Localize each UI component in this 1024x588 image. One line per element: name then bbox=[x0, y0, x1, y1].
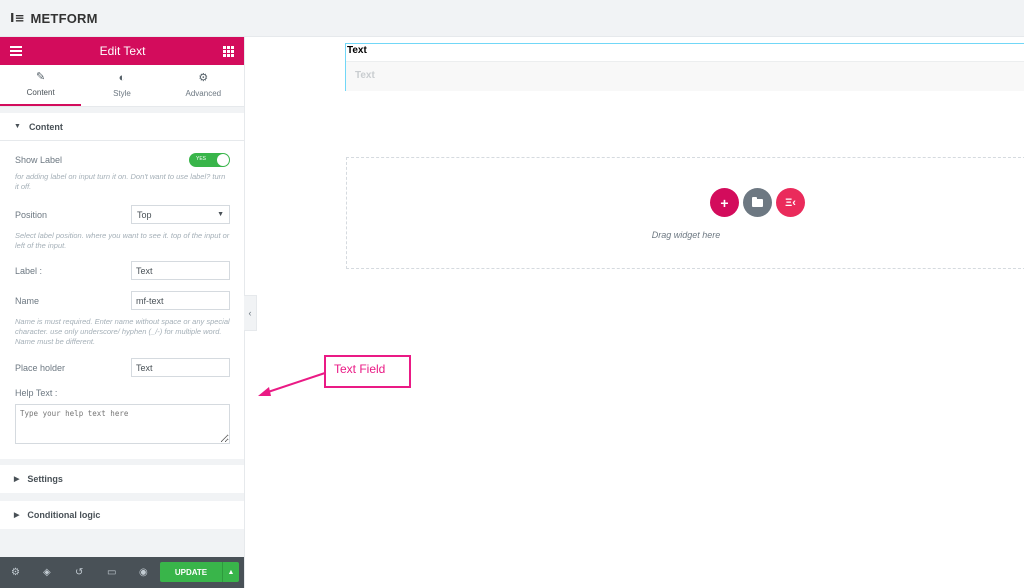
help-text-row: Help Text : bbox=[15, 388, 230, 398]
app-title: METFORM bbox=[30, 10, 98, 26]
name-field-label: Name bbox=[15, 295, 40, 306]
pencil-icon: ✎ bbox=[36, 71, 46, 83]
section-title: Content bbox=[28, 121, 63, 132]
name-row: Name mf-text bbox=[15, 291, 230, 310]
show-label-label: Show Label bbox=[15, 155, 63, 165]
conditional-logic-section-header[interactable]: ▶ Conditional logic bbox=[0, 501, 244, 529]
dropzone-hint: Drag widget here bbox=[651, 230, 721, 240]
placeholder-field-label: Place holder bbox=[15, 362, 66, 373]
update-options-button[interactable]: ▲ bbox=[222, 562, 239, 582]
collapse-panel-handle[interactable]: ‹ bbox=[244, 295, 257, 331]
toggle-text: YES bbox=[196, 156, 207, 162]
folder-icon bbox=[752, 196, 763, 207]
hamburger-icon[interactable] bbox=[10, 46, 22, 56]
caret-right-icon: ▶ bbox=[14, 476, 20, 483]
widget-dropzone[interactable]: + Ξ‹ Drag widget here bbox=[346, 157, 1024, 269]
elementor-logo-icon: I≡ bbox=[10, 11, 25, 25]
panel-title: Edit Text bbox=[99, 44, 146, 58]
text-field-widget[interactable]: Text Text bbox=[345, 43, 1024, 91]
toggle-knob bbox=[217, 154, 229, 166]
tab-label: Style bbox=[113, 89, 131, 98]
panel-header: Edit Text bbox=[0, 37, 244, 65]
caret-down-icon: ▼ bbox=[14, 123, 21, 130]
caret-right-icon: ▶ bbox=[14, 512, 20, 519]
chevron-down-icon: ▼ bbox=[217, 211, 224, 218]
history-icon[interactable]: ↺ bbox=[75, 567, 107, 578]
chevron-left-icon: ‹ bbox=[248, 308, 252, 318]
gear-icon: ⚙ bbox=[198, 72, 209, 84]
content-section: ▼ Content Show Label YES for adding labe… bbox=[0, 113, 244, 459]
layers-icon[interactable]: ◈ bbox=[43, 567, 75, 578]
add-template-button[interactable] bbox=[743, 188, 772, 217]
show-label-toggle[interactable]: YES bbox=[189, 153, 230, 167]
panel-tabs: ✎ Content ◐ Style ⚙ Advanced bbox=[0, 65, 244, 107]
tab-label: Advanced bbox=[185, 89, 222, 98]
position-description: Select label position. where you want to… bbox=[15, 231, 230, 250]
position-label: Position bbox=[15, 209, 48, 220]
position-value: Top bbox=[137, 209, 152, 220]
panel-footer: ⚙ ◈ ↺ ▭ ◉ UPDATE ▲ bbox=[0, 557, 244, 588]
tab-style[interactable]: ◐ Style bbox=[81, 65, 162, 106]
elementskit-icon: Ξ‹ bbox=[785, 196, 796, 209]
tab-advanced[interactable]: ⚙ Advanced bbox=[163, 65, 244, 106]
top-bar: I≡ METFORM bbox=[0, 0, 1024, 37]
gear-icon[interactable]: ⚙ bbox=[11, 567, 43, 578]
show-label-description: for adding label on input turn it on. Do… bbox=[15, 172, 226, 191]
elementskit-button[interactable]: Ξ‹ bbox=[776, 188, 805, 217]
annotation-callout: Text Field bbox=[324, 355, 411, 388]
tab-content[interactable]: ✎ Content bbox=[0, 65, 82, 106]
position-select[interactable]: Top ▼ bbox=[131, 205, 230, 224]
plus-icon: + bbox=[720, 194, 729, 211]
update-button[interactable]: UPDATE bbox=[160, 562, 222, 582]
editor-panel: Edit Text ✎ Content ◐ Style ⚙ Advanced ▼… bbox=[0, 37, 244, 588]
content-section-header[interactable]: ▼ Content bbox=[0, 113, 244, 141]
position-row: Position Top ▼ bbox=[15, 205, 230, 224]
show-label-row: Show Label YES bbox=[15, 153, 230, 167]
responsive-icon[interactable]: ▭ bbox=[107, 567, 139, 578]
name-description: Name is must required. Enter name withou… bbox=[15, 317, 230, 346]
add-section-button[interactable]: + bbox=[710, 188, 739, 217]
content-section-body: Show Label YES for adding label on input… bbox=[0, 141, 244, 459]
help-text-textarea[interactable] bbox=[15, 404, 230, 444]
label-field-label: Label : bbox=[15, 265, 43, 276]
placeholder-row: Place holder Text bbox=[15, 358, 230, 377]
annotation-arrow bbox=[258, 372, 326, 396]
field-label: Text bbox=[347, 45, 367, 56]
placeholder-input[interactable]: Text bbox=[131, 358, 230, 377]
tab-label: Content bbox=[26, 88, 55, 97]
settings-section-header[interactable]: ▶ Settings bbox=[0, 465, 244, 493]
label-input[interactable]: Text bbox=[131, 261, 230, 280]
label-row: Label : Text bbox=[15, 261, 230, 280]
apps-grid-icon[interactable] bbox=[223, 45, 234, 57]
half-circle-icon: ◐ bbox=[118, 72, 126, 84]
help-text-label: Help Text : bbox=[15, 388, 58, 398]
name-input[interactable]: mf-text bbox=[131, 291, 230, 310]
field-input[interactable]: Text bbox=[346, 61, 1024, 91]
section-title: Settings bbox=[27, 474, 63, 484]
section-title: Conditional logic bbox=[27, 510, 101, 520]
